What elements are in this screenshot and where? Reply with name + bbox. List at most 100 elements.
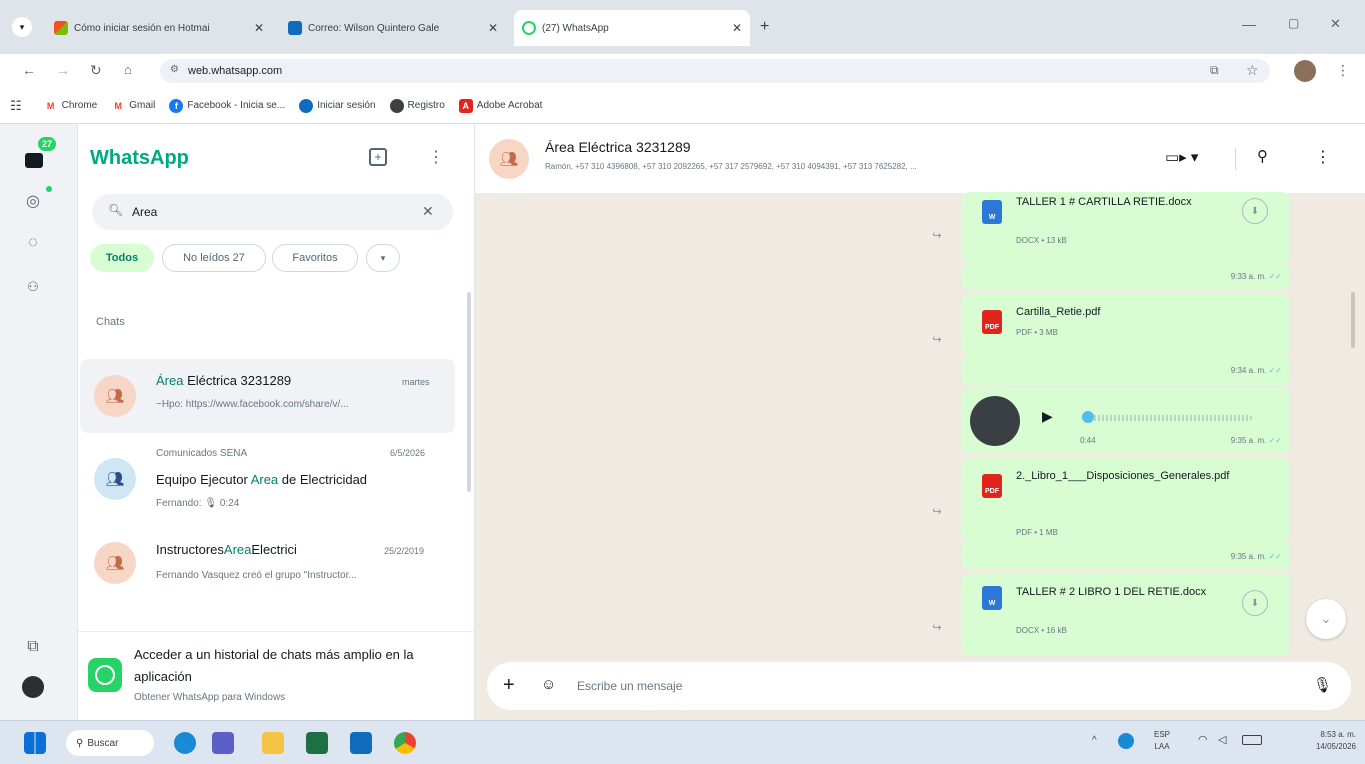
audio-progress-dot[interactable] [1082,411,1094,423]
tray-chevron-icon[interactable]: ^ [1092,735,1097,746]
battery-icon[interactable] [1242,735,1262,745]
file-explorer-icon[interactable] [262,732,284,754]
tab-hotmail[interactable]: Cómo iniciar sesión en Hotmai ✕ [46,12,272,44]
menu-icon[interactable]: ⋮ [428,147,444,167]
download-icon[interactable]: ⬇ [1242,198,1268,224]
play-icon[interactable]: ▶ [1042,408,1053,425]
reload-icon[interactable]: ↻ [90,62,102,79]
bookmark-adobe[interactable]: A Adobe Acrobat [458,98,542,113]
tray-app-icon[interactable] [1118,733,1134,749]
message-document[interactable]: PDF 2._Libro_1___Disposiciones_Generales… [962,458,1290,542]
message-composer[interactable]: + ☺ Escribe un mensaje 🎙︎ [487,662,1351,710]
forward-icon[interactable]: ↪ [926,224,948,246]
channels-icon[interactable]: ◌ [22,232,44,254]
search-value: Area [132,205,158,219]
download-icon[interactable]: ⬇ [1242,590,1268,616]
message-input[interactable]: Escribe un mensaje [577,679,682,693]
chat-preview: ~Hpo: https://www.facebook.com/share/v/.… [156,399,349,410]
tab-list-icon[interactable]: ▾ [12,17,32,37]
forward-icon[interactable]: ↪ [926,616,948,638]
community-name: Comunicados SENA [156,448,248,459]
install-app-icon[interactable]: ⧉ [1210,63,1219,78]
excel-icon[interactable] [306,732,328,754]
forward-icon[interactable]: → [56,62,70,78]
home-icon[interactable]: ⌂ [124,62,132,77]
chat-item-area-electrica[interactable]: 👥︎ Área Eléctrica 3231289 martes ~Hpo: h… [80,359,455,433]
message-document[interactable]: PDF Cartilla_Retie.pdf PDF • 3 MB [962,294,1290,356]
volume-icon[interactable]: ◁ [1218,733,1226,746]
chat-item-equipo-ejecutor[interactable]: 👥︎ Comunicados SENA 6/5/2026 Equipo Ejec… [80,440,455,514]
bookmark-gmail[interactable]: M Gmail [111,98,155,113]
close-icon[interactable]: ✕ [480,21,498,35]
tab-correo[interactable]: Correo: Wilson Quintero Gale ✕ [280,12,506,44]
whatsapp-logo-icon [88,658,122,692]
new-chat-icon[interactable]: + [369,148,387,166]
language-indicator[interactable]: ESP LAA [1154,729,1170,753]
message-document[interactable]: W TALLER # 2 LIBRO 1 DEL RETIE.docx DOCX… [962,574,1290,656]
outlook-icon[interactable] [350,732,372,754]
close-icon[interactable]: ✕ [724,21,742,35]
edge-icon[interactable] [174,732,196,754]
message-footer: 9:34 a. m. ✓✓ [962,356,1290,386]
bookmark-star-icon[interactable]: ☆ [1246,62,1259,79]
conversation-header[interactable]: 👥︎ Área Eléctrica 3231289 Ramón, +57 310… [475,124,1365,194]
minimize-icon[interactable]: — [1242,16,1256,32]
back-icon[interactable]: ← [22,62,36,78]
site-info-icon[interactable]: ⚙ [170,64,179,75]
message-document[interactable]: W TALLER 1 # CARTILLA RETIE.docx DOCX • … [962,192,1290,264]
video-call-icon[interactable]: ▭▸ ▾ [1165,148,1198,166]
filter-favoritos[interactable]: Favoritos [272,244,358,272]
attach-icon[interactable]: + [503,674,515,697]
chat-name: InstructoresAreaElectrici [156,542,297,557]
maximize-icon[interactable]: ▢ [1288,16,1299,30]
read-ticks-icon: ✓✓ [1268,552,1282,561]
teams-icon[interactable] [212,732,234,754]
download-app-promo[interactable]: Acceder a un historial de chats más ampl… [80,636,470,714]
forward-icon[interactable]: ↪ [926,500,948,522]
globe-icon [389,98,404,113]
message-audio[interactable]: ▶ 0:44 9:35 a. m. ✓✓ [962,388,1290,454]
status-dot [46,186,52,192]
search-icon[interactable]: ⚲ [1257,147,1268,165]
sticker-icon[interactable]: ☺ [541,676,556,693]
new-tab-icon[interactable]: + [760,18,769,36]
wifi-icon[interactable]: ◠ [1198,733,1208,746]
filter-more-button[interactable]: ▾ [366,244,400,272]
microphone-icon[interactable]: 🎙︎ [1313,676,1332,694]
scroll-down-button[interactable]: ⌄ [1306,599,1346,639]
status-icon[interactable]: ◎ [22,190,44,212]
taskbar-search[interactable]: ⚲ Buscar [66,730,154,756]
chrome-icon[interactable] [394,732,416,754]
close-icon[interactable]: ✕ [246,21,264,35]
chat-scrollbar[interactable] [1351,292,1355,348]
browser-menu-icon[interactable]: ⋮ [1336,62,1350,79]
bookmark-facebook[interactable]: f Facebook - Inicia se... [169,98,285,113]
windows-start-icon[interactable] [24,732,46,754]
bookmark-chrome[interactable]: M Chrome [43,98,97,113]
communities-icon[interactable]: ⚇ [22,276,44,298]
url-field[interactable]: ⚙ web.whatsapp.com [160,59,1270,83]
apps-grid-icon[interactable]: ☷ [10,98,22,114]
profile-avatar[interactable] [22,676,44,698]
bookmark-iniciar-sesion[interactable]: Iniciar sesión [299,98,376,113]
menu-icon[interactable]: ⋮ [1315,147,1331,167]
unread-badge: 27 [36,135,58,153]
group-avatar: 👥︎ [94,542,136,584]
promo-link[interactable]: Obtener WhatsApp para Windows [134,692,285,703]
read-ticks-icon: ✓✓ [1268,436,1282,445]
forward-icon[interactable]: ↪ [926,328,948,350]
bookmark-registro[interactable]: Registro [389,98,445,113]
tab-whatsapp[interactable]: (27) WhatsApp ✕ [514,10,750,46]
filter-no-leidos[interactable]: No leídos 27 [162,244,266,272]
search-input[interactable]: 🔍︎ Area ✕ [92,194,453,230]
media-gallery-icon[interactable]: ⧉ [22,636,44,658]
sidebar-scrollbar[interactable] [467,292,471,492]
clear-search-icon[interactable]: ✕ [422,203,434,220]
chat-item-instructores[interactable]: 👥︎ InstructoresAreaElectrici 25/2/2019 F… [80,528,455,602]
taskbar-clock[interactable]: 8:53 a. m. 14/05/2026 [1282,729,1356,753]
chat-time: 6/5/2026 [390,448,426,458]
close-window-icon[interactable]: ✕ [1330,16,1341,32]
profile-avatar[interactable] [1294,60,1316,82]
audio-waveform[interactable] [1086,415,1252,421]
filter-todos[interactable]: Todos [90,244,154,272]
